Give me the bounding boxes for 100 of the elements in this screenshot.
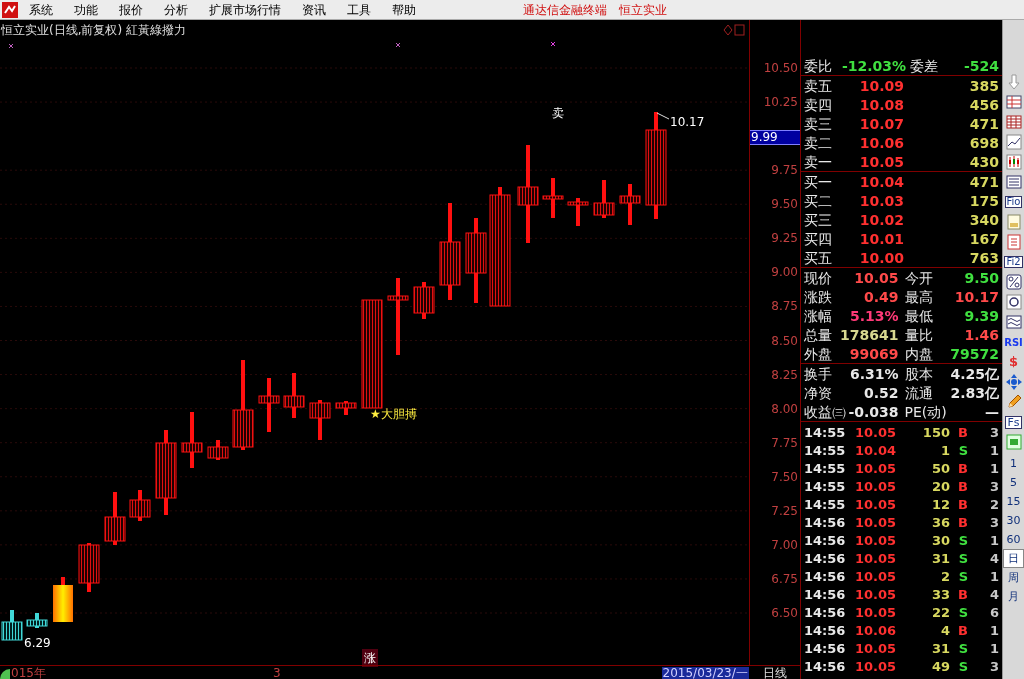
quote-label: 总量 <box>804 327 832 342</box>
trade-time: 14:55 <box>804 479 847 493</box>
trade-side: B <box>957 515 968 529</box>
candlestick <box>413 282 435 319</box>
trade-volume: 4 <box>939 623 950 637</box>
period-button[interactable]: 1 <box>1003 454 1024 473</box>
trade-side: B <box>957 479 968 493</box>
menu-item[interactable]: 扩展市场行情 <box>209 3 281 16</box>
trade-volume: 150 <box>921 425 950 439</box>
row-value: 10.01 <box>858 231 904 246</box>
trade-price: 10.05 <box>854 605 896 619</box>
document-icon[interactable] <box>1005 234 1022 250</box>
trade-price: 10.06 <box>854 623 896 637</box>
trade-side: S <box>957 443 968 457</box>
trade-volume: 2 <box>939 569 950 583</box>
toolbar-button[interactable]: RSI <box>1004 334 1023 350</box>
candlestick <box>26 613 48 628</box>
row-value: 10.06 <box>858 135 904 150</box>
document-icon[interactable] <box>1005 214 1022 230</box>
row-value: 10.05 <box>858 154 904 169</box>
toolbar-button[interactable]: Fs <box>1005 415 1022 429</box>
down-arrow-icon[interactable] <box>1005 74 1022 90</box>
window-mode-icon[interactable] <box>723 24 745 36</box>
trade-price: 10.05 <box>854 659 896 673</box>
trade-count: 3 <box>989 659 999 673</box>
quote-label: 今开 <box>904 270 933 285</box>
percent-icon[interactable] <box>1005 274 1022 290</box>
row-label: 卖一 <box>804 154 833 169</box>
wave-icon[interactable] <box>1005 314 1022 330</box>
quote-label: 涨幅 <box>804 308 832 323</box>
period-button[interactable]: 月 <box>1003 587 1024 606</box>
trade-side: S <box>957 641 968 655</box>
row-label: 卖五 <box>804 78 833 93</box>
candlestick <box>1 610 23 641</box>
menu-item[interactable]: 帮助 <box>392 3 416 16</box>
line-chart-icon[interactable] <box>1005 134 1022 150</box>
candlestick <box>104 492 126 545</box>
row-value: 175 <box>969 193 999 208</box>
move-arrows-icon[interactable] <box>1005 374 1022 390</box>
toolbar-button[interactable]: Fi2 <box>1004 256 1023 268</box>
row-value: 456 <box>969 97 999 112</box>
trade-time: 14:56 <box>804 623 847 637</box>
period-button[interactable]: 周 <box>1003 568 1024 587</box>
trade-volume: 31 <box>930 551 950 565</box>
trade-price: 10.05 <box>854 479 896 493</box>
trade-time: 14:56 <box>804 515 847 529</box>
axis-label: 9.75 <box>771 164 798 177</box>
candlestick-icon[interactable] <box>1005 154 1022 170</box>
trade-count: 3 <box>989 515 999 529</box>
pencil-icon[interactable] <box>1005 394 1022 410</box>
image-icon[interactable] <box>1005 434 1022 450</box>
menu-item[interactable]: 功能 <box>74 3 98 16</box>
menu-item[interactable]: 工具 <box>347 3 371 16</box>
toolbar-button[interactable]: Fio <box>1004 196 1023 208</box>
trade-side: B <box>957 587 968 601</box>
cross-mark-icon <box>8 43 14 49</box>
table-icon[interactable] <box>1005 94 1022 110</box>
ratio-value: -12.03% <box>842 59 907 73</box>
period-button[interactable]: 30 <box>1003 511 1024 530</box>
quote-label: 收益㈢ <box>804 404 846 419</box>
menu-item[interactable]: 分析 <box>164 3 188 16</box>
period-button[interactable]: 5 <box>1003 473 1024 492</box>
candlestick <box>129 490 151 521</box>
quote-value: — <box>985 404 999 419</box>
period-button[interactable]: 60 <box>1003 530 1024 549</box>
row-label: 卖三 <box>804 116 833 131</box>
trade-time: 14:56 <box>804 569 847 583</box>
grid-icon[interactable] <box>1005 114 1022 130</box>
period-button[interactable]: 日 <box>1003 549 1024 568</box>
menu-item[interactable]: 报价 <box>119 3 143 16</box>
trade-count: 1 <box>989 623 999 637</box>
axis-label: 9.50 <box>771 198 798 211</box>
row-label: 买二 <box>804 193 833 208</box>
candlestick <box>335 401 357 415</box>
axis-label: 10.50 <box>763 62 798 74</box>
trade-side: S <box>957 659 968 673</box>
date-label: 2015/03/23/一 <box>661 666 749 679</box>
trade-price: 10.05 <box>854 515 896 529</box>
period-button[interactable]: 15 <box>1003 492 1024 511</box>
axis-label: 7.25 <box>771 504 798 517</box>
trade-volume: 20 <box>930 479 950 493</box>
list-icon[interactable] <box>1005 174 1022 190</box>
row-value: 698 <box>969 135 999 150</box>
trade-price: 10.05 <box>854 461 896 475</box>
trade-side: B <box>957 623 968 637</box>
circle-icon[interactable] <box>1005 294 1022 310</box>
quote-value: 10.17 <box>954 289 999 304</box>
period-label: 日线 <box>762 666 787 679</box>
quote-label: 净资 <box>804 385 832 400</box>
menu-item[interactable]: 资讯 <box>302 3 326 16</box>
cross-mark-icon <box>395 42 401 48</box>
quote-label: 股本 <box>904 366 933 381</box>
menu-item[interactable]: 系统 <box>29 3 53 16</box>
axis-label: 8.50 <box>771 334 798 347</box>
quote-value: 9.39 <box>964 308 999 323</box>
row-label: 卖四 <box>804 97 833 112</box>
quote-value: 79572 <box>950 346 999 361</box>
quote-label: PE(动) <box>904 404 947 419</box>
trade-volume: 31 <box>930 641 950 655</box>
row-label: 买四 <box>804 231 833 246</box>
